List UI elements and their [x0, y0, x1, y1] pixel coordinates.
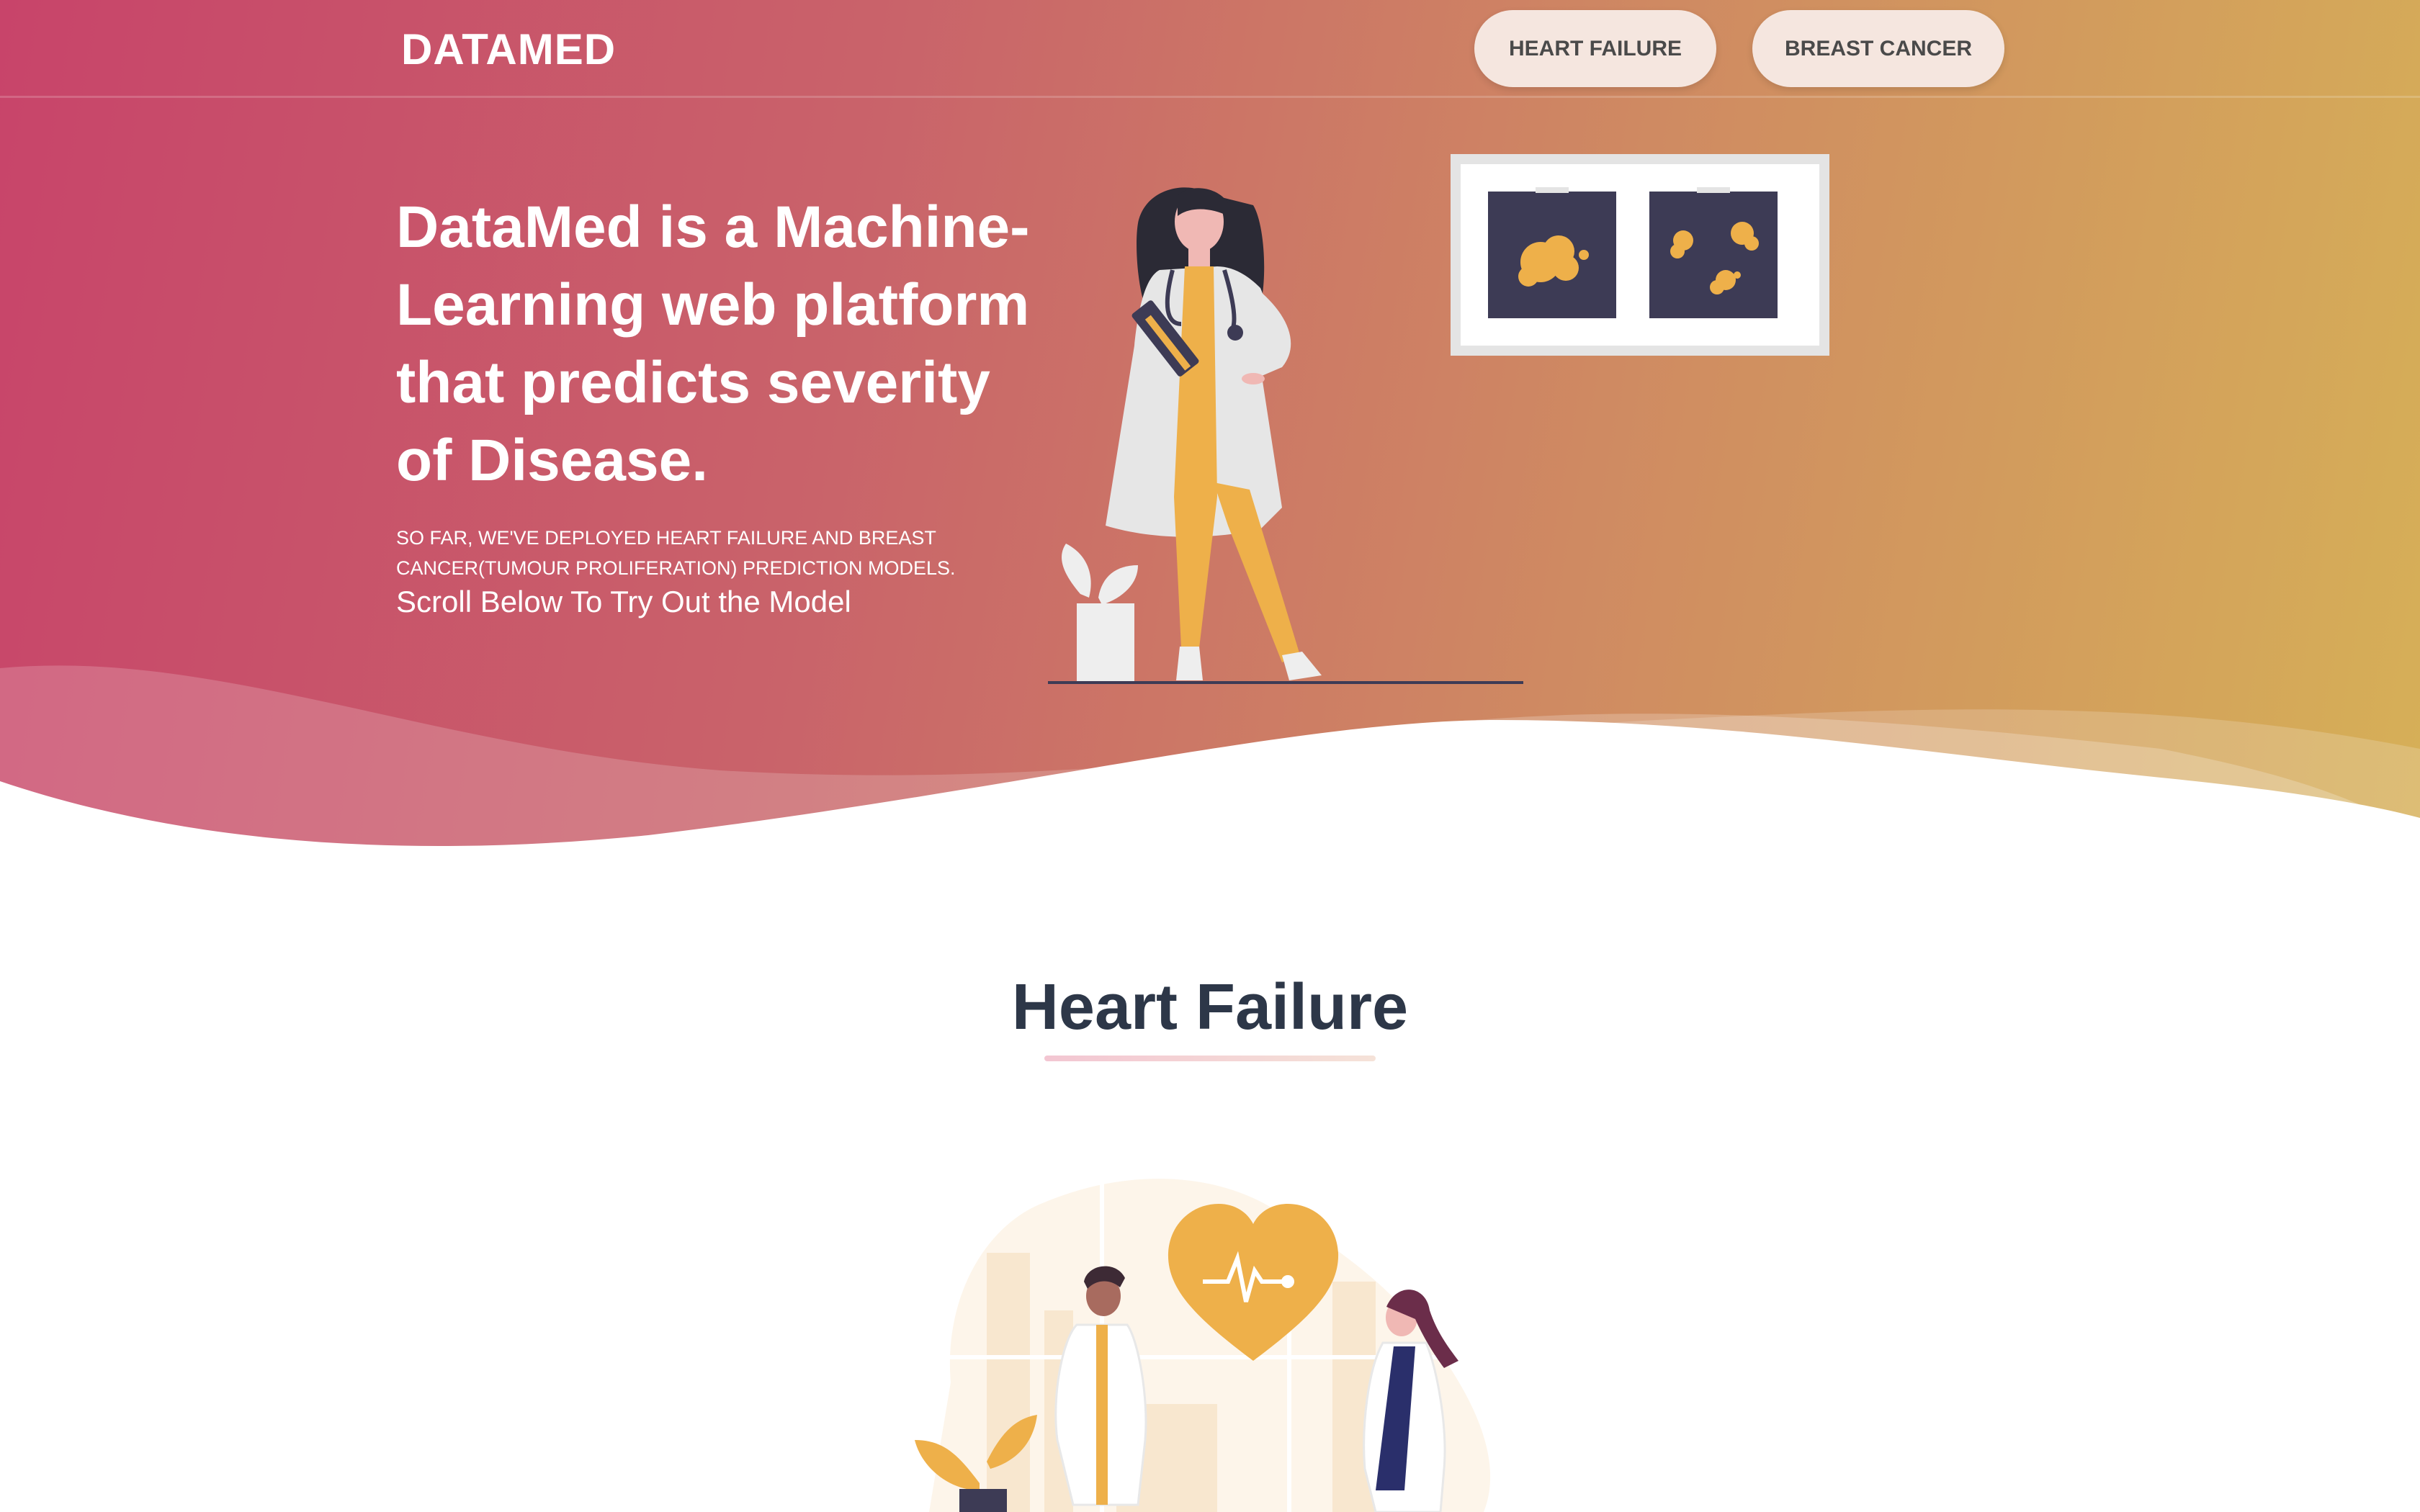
hero-section: DATAMED HEART FAILURE BREAST CANCER Data…	[0, 0, 2420, 893]
nav-breast-cancer-button[interactable]: BREAST CANCER	[1752, 10, 2004, 87]
hero-subline: SO FAR, WE'VE DEPLOYED HEART FAILURE AND…	[396, 527, 956, 579]
section-title-heart-failure: Heart Failure	[1011, 971, 1409, 1043]
heart-failure-illustration-icon	[915, 1166, 1491, 1512]
title-underline	[1044, 1056, 1376, 1061]
nav-heart-failure-button[interactable]: HEART FAILURE	[1474, 10, 1716, 87]
top-navbar: DATAMED HEART FAILURE BREAST CANCER	[0, 0, 2420, 98]
hero-wave-decoration	[0, 665, 2420, 893]
xray-frame-illustration-icon	[1451, 154, 1829, 356]
hero-headline: DataMed is a Machine-Learning web platfo…	[396, 194, 1030, 493]
scroll-cta-text: Scroll Below To Try Out the Model	[396, 585, 851, 618]
brand-logo[interactable]: DATAMED	[401, 24, 616, 74]
